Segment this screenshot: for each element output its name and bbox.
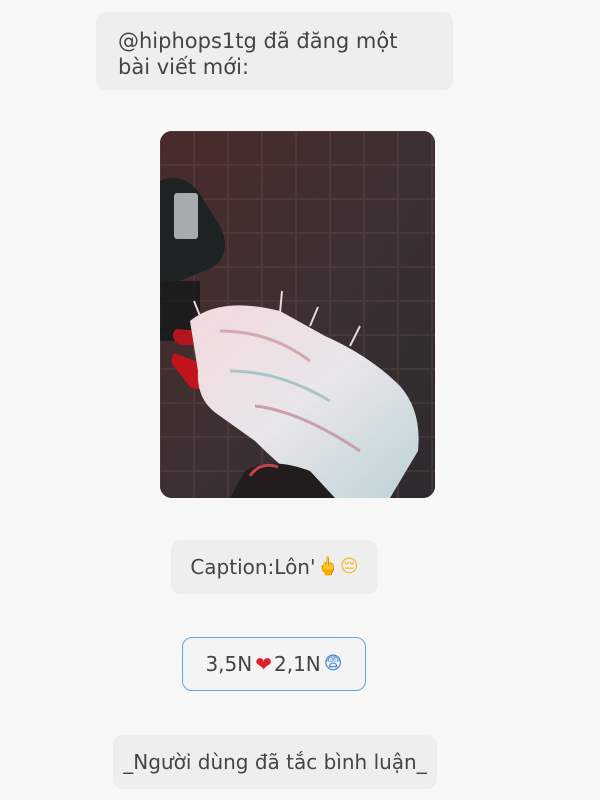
- post-notice-text: @hiphops1tg đã đăng một bài viết mới:: [118, 29, 398, 79]
- comments-disabled-text: _Người dùng đã tắc bình luận_: [123, 750, 427, 774]
- caption-bubble: Caption:Lôn' 🖕 😔: [171, 540, 378, 594]
- post-photo[interactable]: [160, 131, 435, 498]
- middle-finger-icon: 🖕: [316, 556, 339, 577]
- likes-count: 3,5N: [205, 652, 253, 676]
- chat-screen: @hiphops1tg đã đăng một bài viết mới: Ca…: [0, 0, 600, 800]
- post-notice-bubble: @hiphops1tg đã đăng một bài viết mới:: [96, 12, 453, 90]
- bandaged-hand-photo-icon: [160, 131, 435, 498]
- stats-bubble[interactable]: 3,5N ❤ 2,1N 😨: [182, 637, 366, 691]
- caption-text: Caption:Lôn': [190, 555, 316, 579]
- fearful-face-icon: 😨: [323, 653, 343, 674]
- heart-icon: ❤: [255, 652, 272, 676]
- comments-disabled-bubble: _Người dùng đã tắc bình luận_: [113, 735, 437, 789]
- pensive-face-icon: 😔: [339, 556, 359, 577]
- reactions-count: 2,1N: [274, 652, 321, 676]
